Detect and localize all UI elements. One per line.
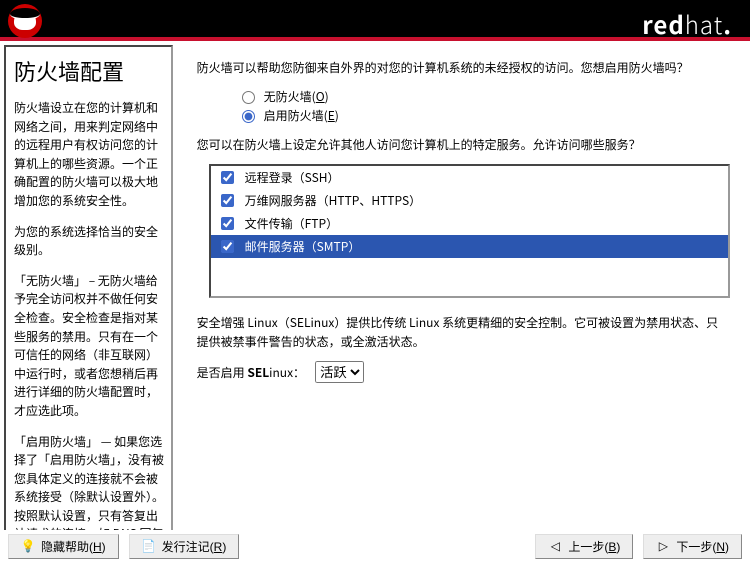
help-p2: 为您的系统选择恰当的安全级别。 <box>14 223 165 260</box>
service-ssh-label: 远程登录（SSH） <box>245 169 340 186</box>
radio-enable[interactable]: 启用防火墙(E) <box>237 107 730 124</box>
main-panel: 防火墙可以帮助您防御来自外界的对您的计算机系统的未经授权的访问。您想启用防火墙吗… <box>177 41 750 530</box>
radio-none-label: 无防火墙(O) <box>264 88 329 105</box>
help-p3: 「无防火墙」 – 无防火墙给予完全访问权并不做任何安全检查。安全检查是指对某些服… <box>14 272 165 421</box>
redhat-logo <box>8 4 42 38</box>
services-intro: 您可以在防火墙上设定允许其他人访问您计算机上的特定服务。允许访问哪些服务？ <box>197 136 730 155</box>
service-http-label: 万维网服务器（HTTP、HTTPS） <box>245 192 421 209</box>
hide-help-button[interactable]: 💡 隐藏帮助(H) <box>8 534 119 559</box>
radio-enable-label: 启用防火墙(E) <box>264 107 339 124</box>
help-p4: 「启用防火墙」 — 如果您选择了「启用防火墙」，没有被您具体定义的连接就不会被系… <box>14 433 165 531</box>
brand-text: redhat. <box>642 6 732 41</box>
lightbulb-icon: 💡 <box>21 539 35 553</box>
help-p1: 防火墙设立在您的计算机和网络之间，用来判定网络中的远程用户有权访问您的计算机上的… <box>14 99 165 211</box>
selinux-label: 是否启用 SELinux： <box>197 364 305 381</box>
triangle-right-icon: ▷ <box>656 539 670 553</box>
footer-toolbar: 💡 隐藏帮助(H) 📄 发行注记(R) ◁ 上一步(B) ▷ 下一步(N) <box>0 530 750 562</box>
service-ftp-label: 文件传输（FTP） <box>245 215 338 232</box>
release-notes-button[interactable]: 📄 发行注记(R) <box>129 534 240 559</box>
radio-enable-input[interactable] <box>242 110 255 123</box>
service-ftp-checkbox[interactable] <box>221 217 234 230</box>
back-button[interactable]: ◁ 上一步(B) <box>535 534 633 559</box>
fedora-hat-icon <box>14 12 36 30</box>
services-listbox[interactable]: 远程登录（SSH） 万维网服务器（HTTP、HTTPS） 文件传输（FTP） 邮… <box>209 164 730 298</box>
help-title: 防火墙配置 <box>14 55 165 87</box>
back-label: 上一步(B) <box>568 538 620 555</box>
next-button[interactable]: ▷ 下一步(N) <box>643 534 742 559</box>
help-sidebar: 防火墙配置 防火墙设立在您的计算机和网络之间，用来判定网络中的远程用户有权访问您… <box>0 41 177 530</box>
next-label: 下一步(N) <box>676 538 729 555</box>
document-icon: 📄 <box>142 539 156 553</box>
service-smtp-checkbox[interactable] <box>221 240 234 253</box>
service-ssh-checkbox[interactable] <box>221 171 234 184</box>
service-http[interactable]: 万维网服务器（HTTP、HTTPS） <box>211 189 728 212</box>
service-ssh[interactable]: 远程登录（SSH） <box>211 166 728 189</box>
selinux-select[interactable]: 活跃 <box>315 361 364 383</box>
release-notes-label: 发行注记(R) <box>162 538 227 555</box>
selinux-desc: 安全增强 Linux（SELinux）提供比传统 Linux 系统更精细的安全控… <box>197 314 730 351</box>
service-smtp-label: 邮件服务器（SMTP） <box>245 238 361 255</box>
triangle-left-icon: ◁ <box>548 539 562 553</box>
service-ftp[interactable]: 文件传输（FTP） <box>211 212 728 235</box>
help-body: 防火墙设立在您的计算机和网络之间，用来判定网络中的远程用户有权访问您的计算机上的… <box>14 99 165 530</box>
service-smtp[interactable]: 邮件服务器（SMTP） <box>211 235 728 258</box>
hide-help-label: 隐藏帮助(H) <box>41 538 106 555</box>
intro-text: 防火墙可以帮助您防御来自外界的对您的计算机系统的未经授权的访问。您想启用防火墙吗… <box>197 59 730 78</box>
content-area: 防火墙配置 防火墙设立在您的计算机和网络之间，用来判定网络中的远程用户有权访问您… <box>0 41 750 530</box>
service-http-checkbox[interactable] <box>221 194 234 207</box>
radio-none-input[interactable] <box>242 91 255 104</box>
selinux-row: 是否启用 SELinux： 活跃 <box>197 361 730 383</box>
radio-none[interactable]: 无防火墙(O) <box>237 88 730 105</box>
help-panel: 防火墙配置 防火墙设立在您的计算机和网络之间，用来判定网络中的远程用户有权访问您… <box>4 45 173 530</box>
firewall-radio-group: 无防火墙(O) 启用防火墙(E) <box>237 88 730 124</box>
title-bar: redhat. <box>0 0 750 37</box>
